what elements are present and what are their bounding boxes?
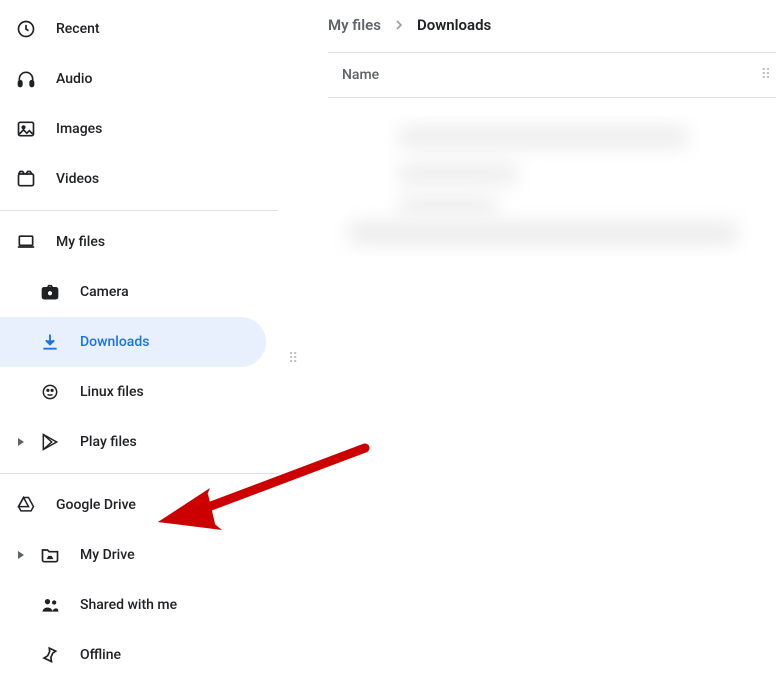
sidebar-item-downloads[interactable]: Downloads	[0, 317, 266, 367]
sidebar-item-my-files[interactable]: My files	[0, 217, 266, 267]
sidebar-item-google-drive[interactable]: Google Drive	[0, 480, 266, 530]
video-icon	[16, 169, 36, 189]
sidebar-label: Shared with me	[80, 597, 177, 613]
table-header: Name ⠿	[328, 52, 776, 98]
sidebar-item-images[interactable]: Images	[0, 104, 266, 154]
pin-icon	[40, 645, 60, 665]
sidebar-item-audio[interactable]: Audio	[0, 54, 266, 104]
headphones-icon	[16, 69, 36, 89]
column-header-name[interactable]: Name	[342, 67, 379, 83]
sidebar-label: Downloads	[80, 334, 149, 350]
sidebar-item-shared-with-me[interactable]: Shared with me	[0, 580, 266, 630]
sidebar-label: Offline	[80, 647, 121, 663]
sidebar-item-play-files[interactable]: Play files	[0, 417, 266, 467]
sidebar-label: Images	[56, 121, 102, 137]
laptop-icon	[16, 232, 36, 252]
caret-right-icon	[16, 437, 26, 447]
google-drive-icon	[16, 495, 36, 515]
image-icon	[16, 119, 36, 139]
sidebar-label: Recent	[56, 21, 100, 37]
sidebar-item-linux-files[interactable]: Linux files	[0, 367, 266, 417]
caret-right-icon	[16, 550, 26, 560]
drag-handle-icon[interactable]: ⠿	[761, 72, 768, 78]
divider	[0, 210, 278, 211]
sidebar-item-offline[interactable]: Offline	[0, 630, 266, 680]
sidebar: Recent Audio Images Videos My file	[0, 0, 278, 692]
shared-icon	[40, 595, 60, 615]
sidebar-label: Audio	[56, 71, 92, 87]
resize-handle-icon[interactable]: ⠿	[288, 356, 295, 362]
linux-icon	[40, 382, 60, 402]
sidebar-item-my-drive[interactable]: My Drive	[0, 530, 266, 580]
sidebar-label: Linux files	[80, 384, 144, 400]
sidebar-item-recent[interactable]: Recent	[0, 4, 266, 54]
main-content: My files Downloads Name ⠿	[278, 0, 782, 692]
sidebar-label: My files	[56, 234, 105, 250]
breadcrumb-current[interactable]: Downloads	[417, 16, 491, 34]
download-icon	[40, 332, 60, 352]
sidebar-label: Play files	[80, 434, 137, 450]
sidebar-item-camera[interactable]: Camera	[0, 267, 266, 317]
sidebar-label: My Drive	[80, 547, 135, 563]
folder-drive-icon	[40, 545, 60, 565]
play-store-icon	[40, 432, 60, 452]
file-list-blurred	[328, 116, 776, 256]
camera-icon	[40, 282, 60, 302]
sidebar-label: Videos	[56, 171, 99, 187]
sidebar-item-videos[interactable]: Videos	[0, 154, 266, 204]
clock-icon	[16, 19, 36, 39]
divider	[0, 473, 278, 474]
sidebar-label: Google Drive	[56, 497, 136, 513]
chevron-right-icon	[391, 17, 407, 33]
breadcrumb: My files Downloads	[328, 10, 776, 52]
breadcrumb-parent[interactable]: My files	[328, 16, 381, 34]
sidebar-label: Camera	[80, 284, 129, 300]
